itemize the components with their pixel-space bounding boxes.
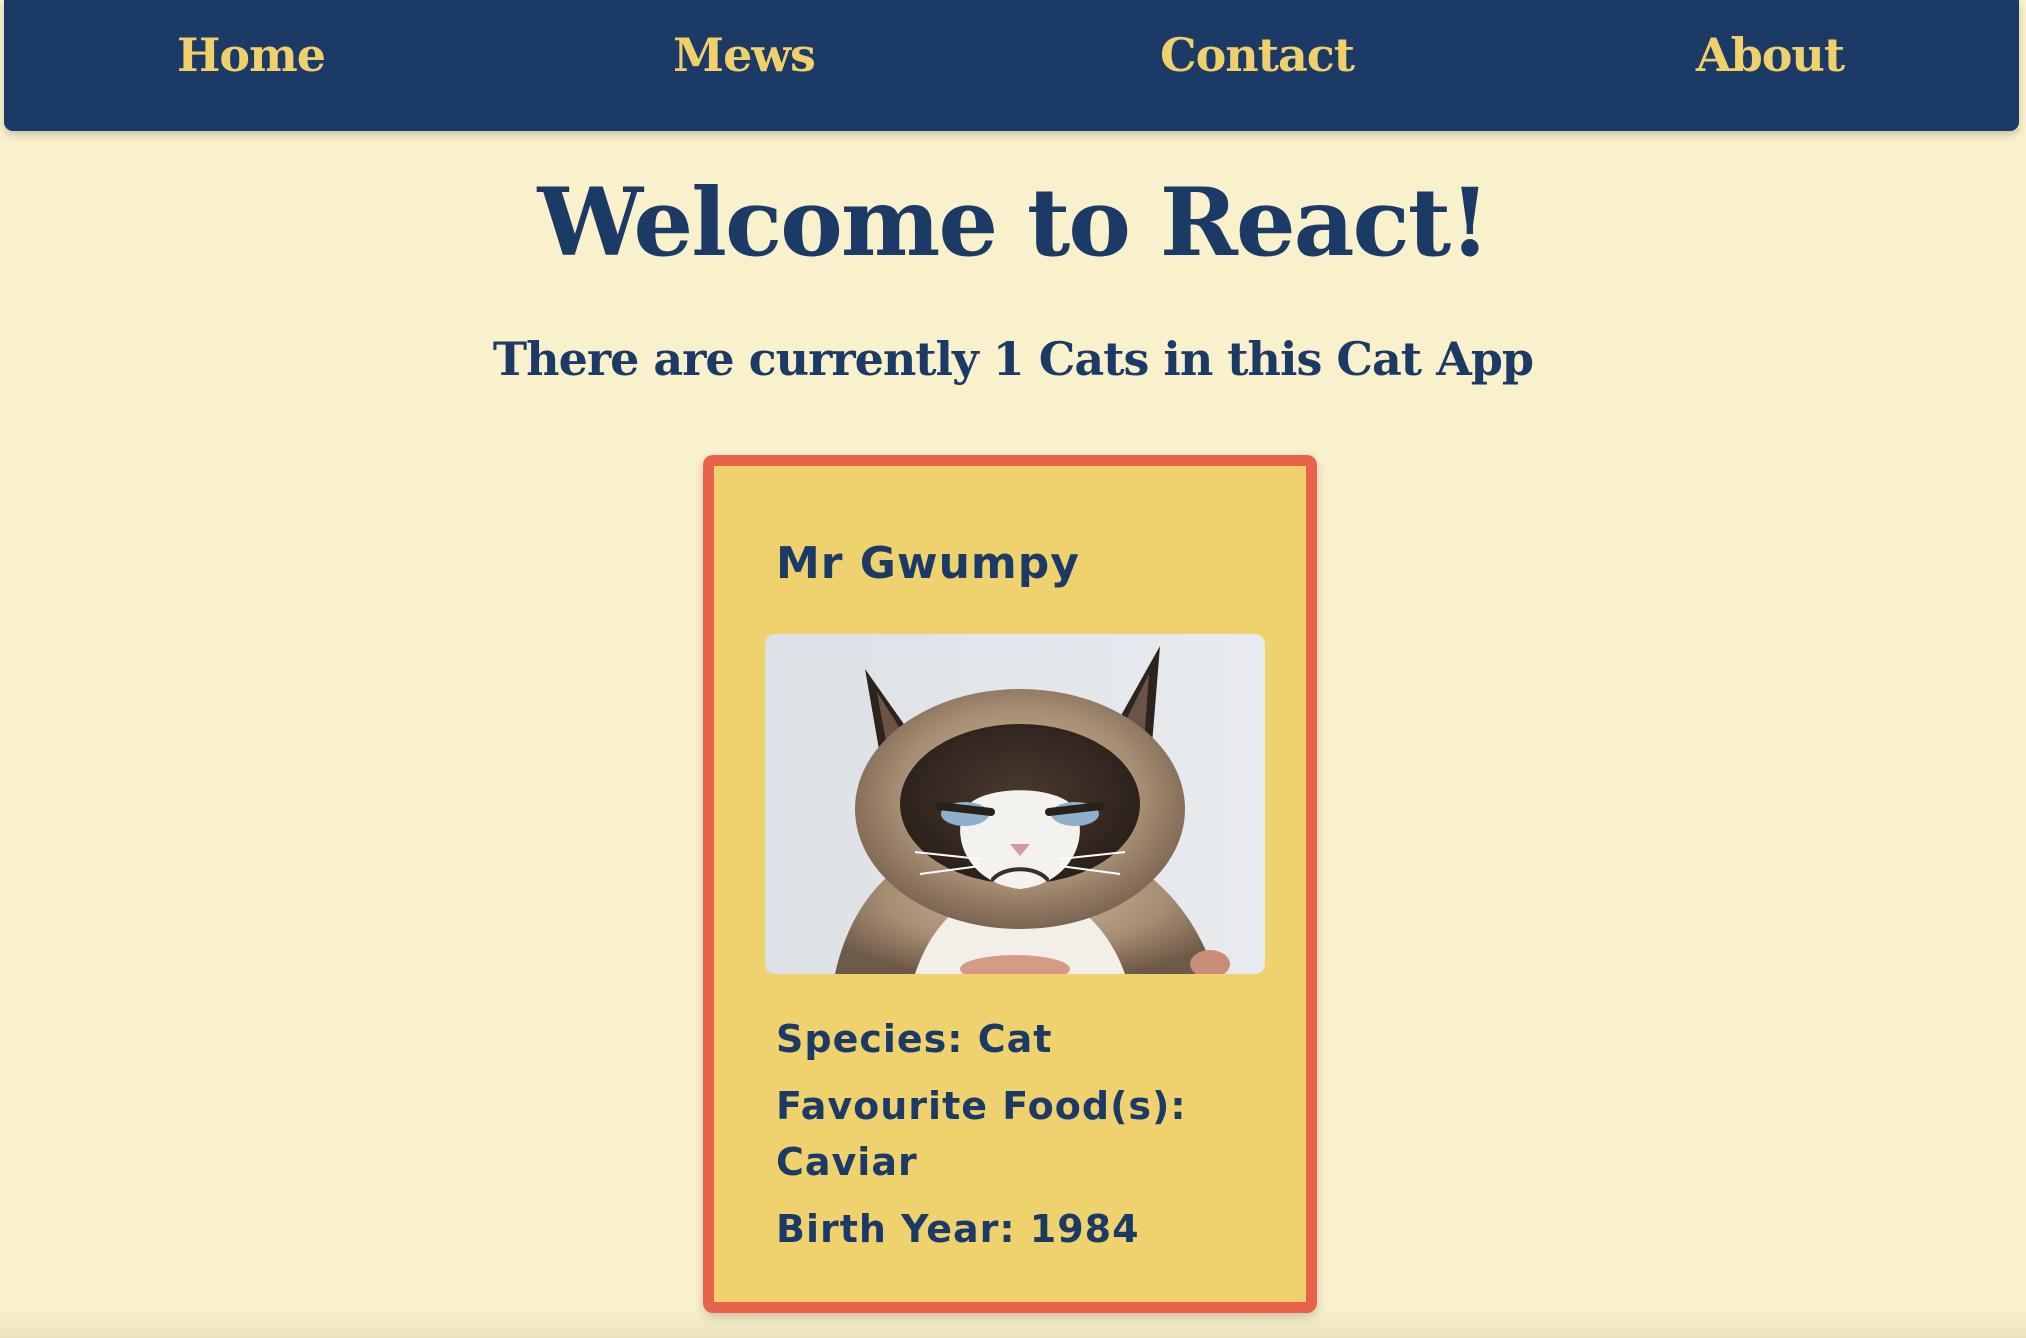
- cat-name: Mr Gwumpy: [776, 538, 1080, 589]
- nav-link-contact[interactable]: Contact: [1160, 28, 1355, 82]
- grumpy-cat-image: [765, 634, 1265, 974]
- cat-card: Mr Gwumpy Species: Cat Favourite Food(s)…: [703, 455, 1317, 1313]
- cat-photo: [765, 634, 1265, 974]
- nav-link-mews[interactable]: Mews: [673, 28, 816, 82]
- cat-birth-year: Birth Year: 1984: [776, 1207, 1140, 1251]
- nav-link-home[interactable]: Home: [177, 28, 326, 82]
- cat-count-subtitle: There are currently 1 Cats in this Cat A…: [492, 332, 1534, 386]
- cat-species: Species: Cat: [776, 1017, 1053, 1061]
- nav-link-about[interactable]: About: [1696, 28, 1845, 82]
- cat-favourite-food: Favourite Food(s): Caviar: [776, 1084, 1187, 1184]
- page-title: Welcome to React!: [537, 168, 1491, 278]
- navbar: Home Mews Contact About: [4, 0, 2019, 131]
